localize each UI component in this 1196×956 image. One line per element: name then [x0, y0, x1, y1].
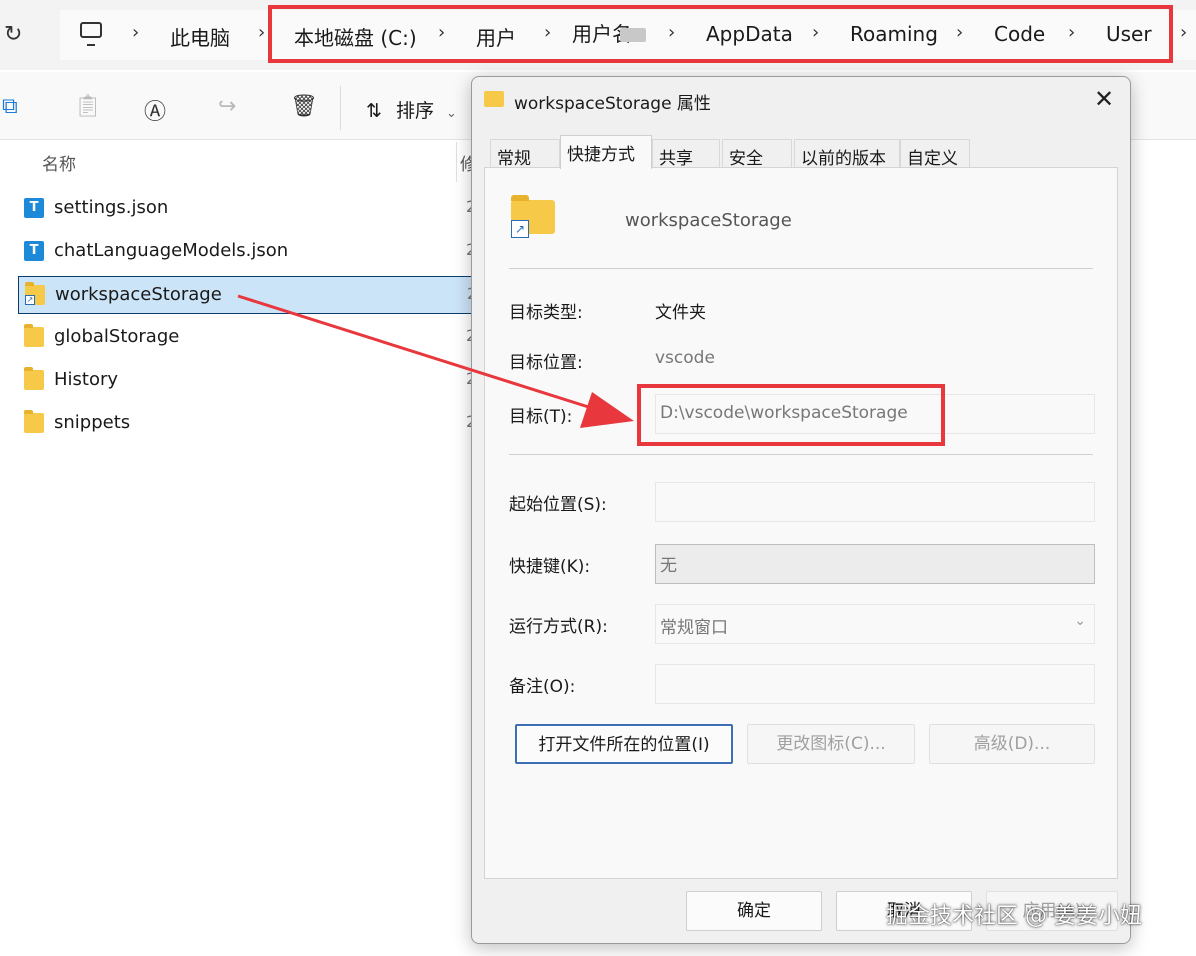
- file-row-chat-language-models[interactable]: T chatLanguageModels.json 2: [18, 233, 478, 271]
- file-name: chatLanguageModels.json: [54, 240, 289, 261]
- target-type-value: 文件夹: [655, 303, 706, 323]
- sort-button[interactable]: ⇅ 排序 ⌄: [366, 96, 457, 123]
- comment-field[interactable]: [655, 664, 1095, 704]
- shortcut-name: workspaceStorage: [625, 210, 792, 231]
- computer-icon[interactable]: [80, 22, 102, 46]
- tab-shortcut[interactable]: 快捷方式: [560, 135, 652, 169]
- file-name: globalStorage: [54, 326, 180, 347]
- tab-previous-versions[interactable]: 以前的版本: [794, 139, 900, 169]
- sort-icon: ⇅: [366, 100, 382, 122]
- json-file-icon: T: [24, 198, 44, 218]
- watermark: 掘金技术社区 @ 姜姜小妞: [886, 904, 1142, 929]
- target-highlight-box: [637, 384, 945, 446]
- file-row-settings-json[interactable]: T settings.json 2: [18, 190, 478, 228]
- chevron-down-icon: ⌄: [446, 106, 457, 121]
- run-select[interactable]: 常规窗口 ⌄: [655, 604, 1095, 644]
- ok-button[interactable]: 确定: [686, 891, 822, 931]
- dialog-title: workspaceStorage 属性: [514, 94, 711, 114]
- change-icon-button[interactable]: 更改图标(C)...: [747, 724, 915, 764]
- shortcut-arrow-icon: ↗: [25, 295, 35, 305]
- open-file-location-button[interactable]: 打开文件所在的位置(I): [515, 724, 733, 764]
- column-divider[interactable]: [456, 142, 457, 182]
- delete-icon[interactable]: 🗑︎: [290, 94, 318, 119]
- folder-icon: [484, 91, 504, 107]
- close-icon[interactable]: ✕: [1094, 85, 1114, 113]
- run-value: 常规窗口: [660, 618, 728, 638]
- run-label: 运行方式(R):: [509, 617, 608, 637]
- comment-label: 备注(O):: [509, 677, 576, 697]
- tab-general[interactable]: 常规: [490, 139, 560, 169]
- file-name: workspaceStorage: [55, 284, 222, 305]
- chevron-right-icon[interactable]: ›: [258, 22, 265, 43]
- file-row-snippets[interactable]: snippets 2: [18, 405, 478, 443]
- file-row-history[interactable]: History 2: [18, 362, 478, 400]
- json-file-icon: T: [24, 241, 44, 261]
- toolbar-divider: [340, 86, 341, 130]
- tab-strip: 常规 快捷方式 共享 安全 以前的版本 自定义: [486, 135, 1116, 169]
- file-row-global-storage[interactable]: globalStorage 2: [18, 319, 478, 357]
- screenshot-root: ↻ › 此电脑 › 本地磁盘 (C:) › 用户 › 用户名 › AppData…: [0, 0, 1196, 956]
- file-name: snippets: [54, 412, 131, 433]
- tab-sharing[interactable]: 共享: [652, 139, 720, 169]
- hotkey-value: 无: [660, 556, 677, 576]
- target-type-label: 目标类型:: [509, 303, 583, 323]
- advanced-button[interactable]: 高级(D)...: [929, 724, 1095, 764]
- hotkey-field[interactable]: 无: [655, 544, 1095, 584]
- shortcut-tab-pane: ↗ workspaceStorage 目标类型: 文件夹 目标位置: vscod…: [484, 167, 1118, 879]
- target-label: 目标(T):: [509, 407, 573, 427]
- folder-shortcut-icon: ↗: [25, 282, 45, 305]
- properties-dialog: workspaceStorage 属性 ✕ 常规 快捷方式 共享 安全 以前的版…: [471, 76, 1131, 944]
- divider: [509, 268, 1093, 269]
- address-highlight-box: [268, 5, 1173, 63]
- chevron-down-icon: ⌄: [1074, 613, 1086, 629]
- folder-icon: [24, 324, 44, 347]
- refresh-icon[interactable]: ↻: [4, 22, 22, 47]
- chevron-right-icon[interactable]: ›: [132, 22, 139, 43]
- divider: [509, 454, 1093, 455]
- crumb-this-pc[interactable]: 此电脑: [170, 22, 230, 51]
- tab-security[interactable]: 安全: [722, 139, 792, 169]
- column-header-name[interactable]: 名称: [42, 150, 76, 175]
- paste-icon[interactable]: 📋︎: [74, 94, 102, 119]
- shortcut-arrow-icon: ↗: [511, 220, 529, 238]
- folder-icon: [24, 410, 44, 433]
- share-icon[interactable]: ↪: [218, 94, 236, 119]
- chevron-right-icon[interactable]: ›: [1180, 22, 1187, 43]
- file-row-workspace-storage[interactable]: ↗ workspaceStorage 2: [18, 276, 478, 314]
- folder-icon: [24, 367, 44, 390]
- hotkey-label: 快捷键(K):: [509, 557, 591, 577]
- file-name: History: [54, 369, 119, 390]
- sort-label: 排序: [395, 100, 434, 122]
- file-name: settings.json: [54, 197, 169, 218]
- target-location-value: vscode: [655, 348, 715, 368]
- target-location-label: 目标位置:: [509, 353, 583, 373]
- start-in-field[interactable]: [655, 482, 1095, 522]
- rename-icon[interactable]: Ⓐ: [144, 94, 166, 126]
- start-in-label: 起始位置(S):: [509, 495, 607, 515]
- tab-customize[interactable]: 自定义: [900, 139, 970, 169]
- copy-icon[interactable]: ⧉: [2, 94, 18, 119]
